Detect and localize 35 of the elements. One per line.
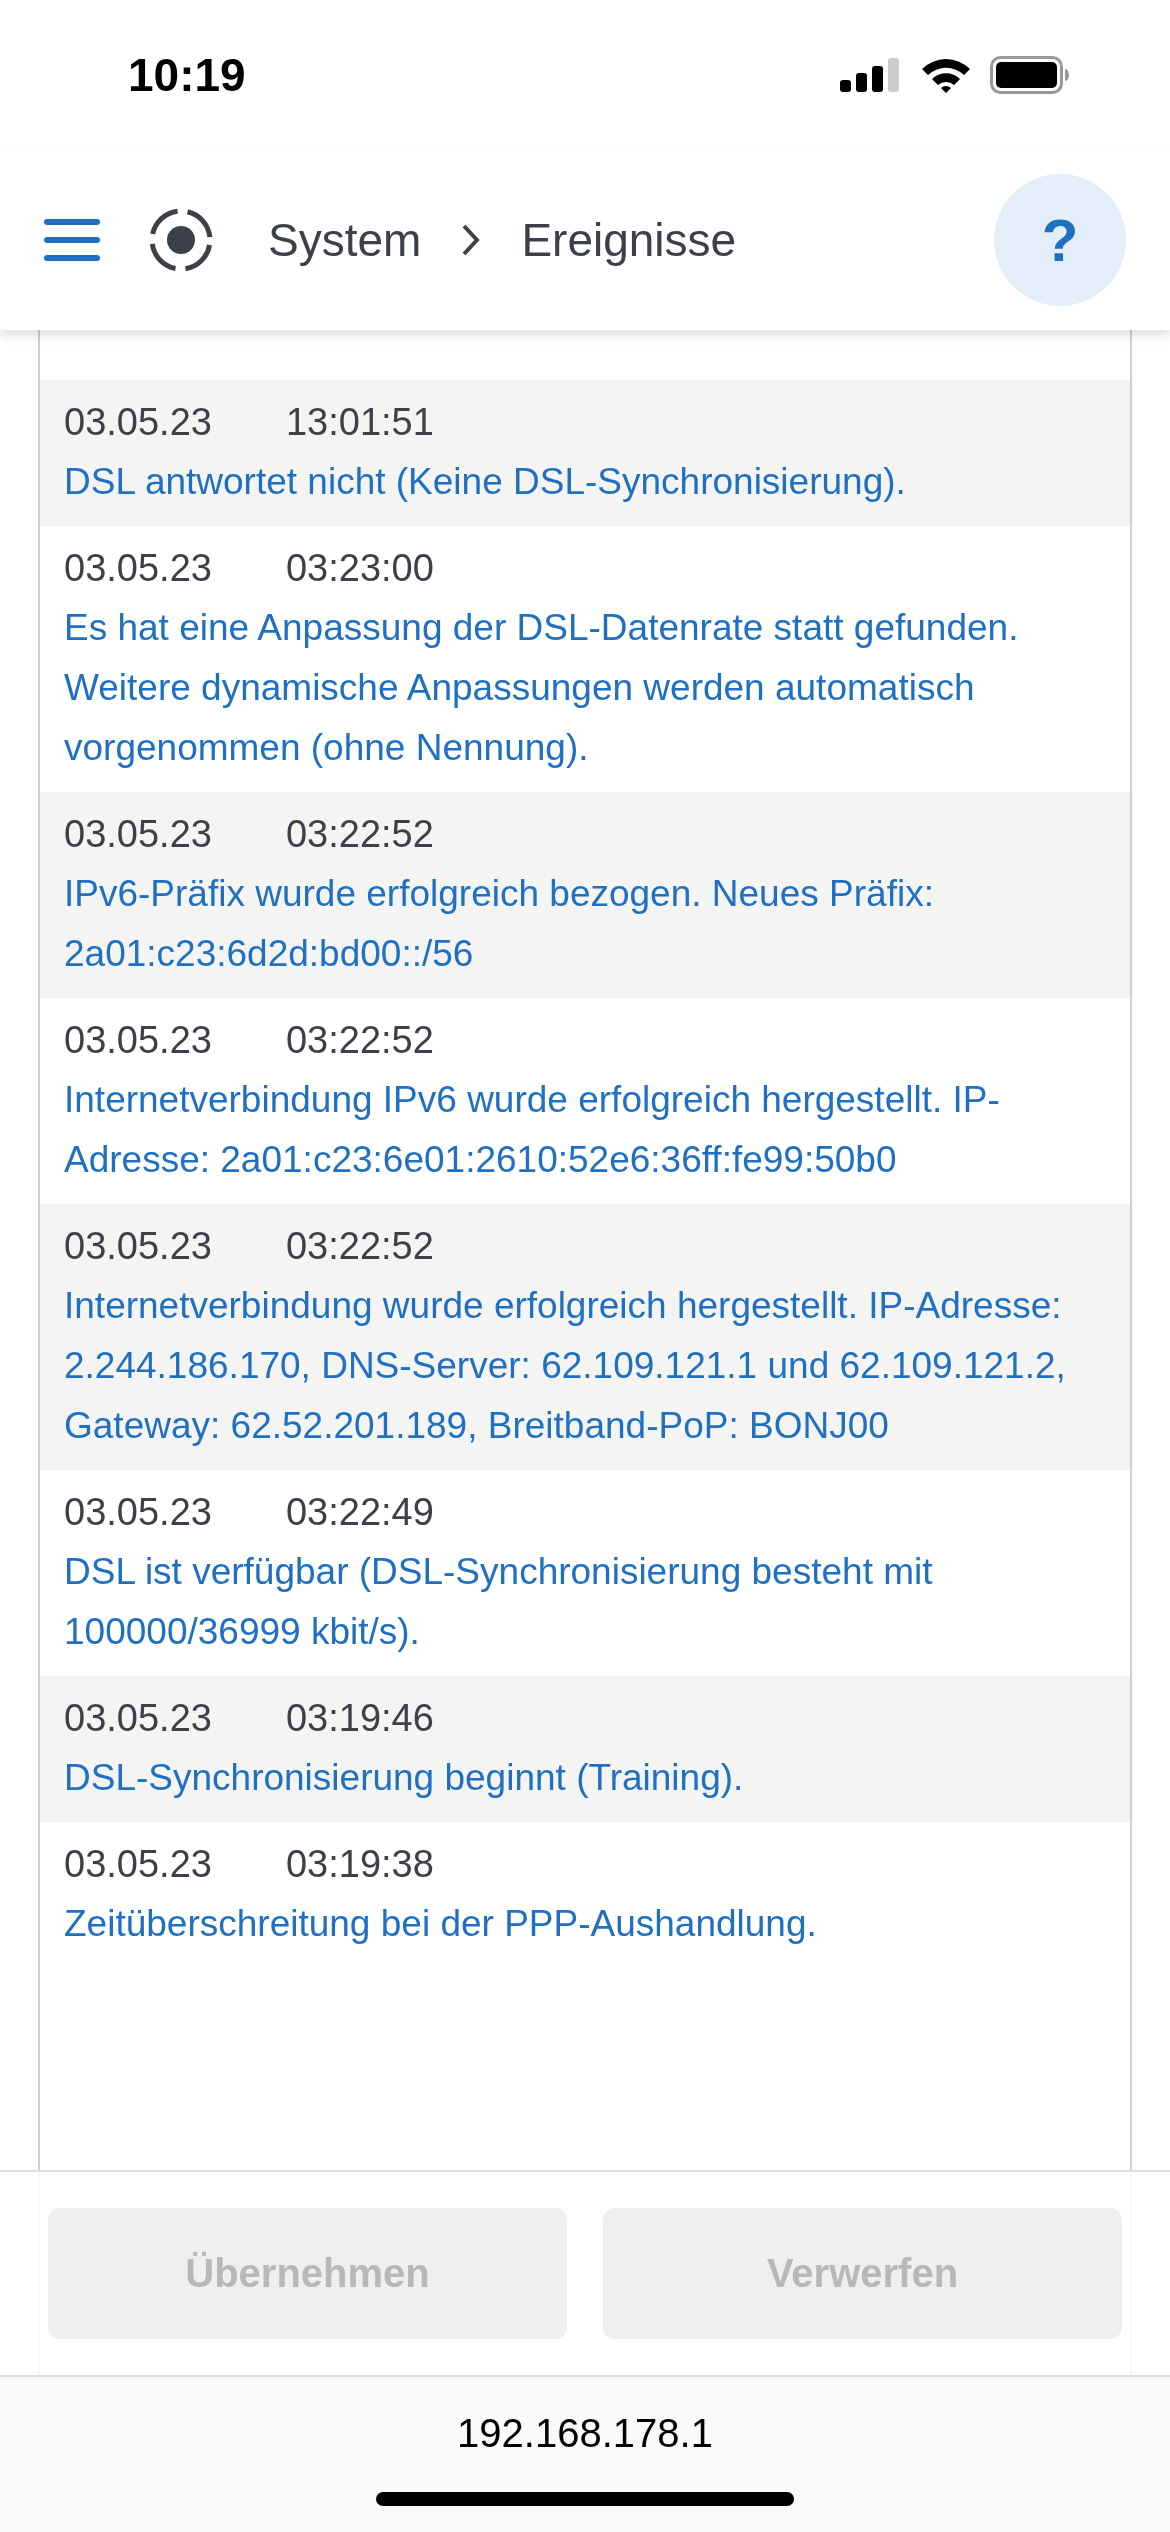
- event-time: 13:01:51: [285, 400, 434, 445]
- event-date: 03.05.23: [64, 1696, 212, 1741]
- event-message: Internetverbindung IPv6 wurde erfolgreich hergestellt. IP-Adresse: 2a01:c23:6e01:2610:52e6:36ff:fe99:50b0: [64, 1078, 1001, 1182]
- breadcrumb-item: Ereignisse: [521, 213, 737, 267]
- event-date: 03.05.23: [64, 1842, 212, 1887]
- event-date: 03.05.23: [64, 400, 212, 445]
- address-bar[interactable]: 192.168.178.1: [457, 2411, 713, 2456]
- event-message: Es hat eine Anpassung der DSL-Datenrate statt gefunden. Weitere dynamische Anpassungen werden automatisch vorgenommen (ohne Nennung).: [64, 606, 1020, 770]
- battery-icon: [990, 56, 1070, 94]
- signal-icon: [840, 58, 902, 92]
- record-icon: [148, 207, 214, 273]
- event-message: DSL-Synchronisierung beginnt (Training).: [64, 1756, 745, 1800]
- event-time: 03:19:38: [285, 1842, 434, 1887]
- event-time: 03:22:52: [285, 1224, 434, 1269]
- event-message: Internetverbindung wurde erfolgreich hergestellt. IP-Adresse: 2.244.186.170, DNS-Server: 62.109.121.1 und 62.109.121.2, Gateway: 62.52.201.189, Breitband-PoP: BONJ00: [64, 1284, 1067, 1448]
- help-button[interactable]: ?: [994, 174, 1126, 306]
- event-date: 03.05.23: [64, 546, 212, 591]
- event-time: 03:22:52: [285, 812, 434, 857]
- event-time: 03:19:46: [285, 1696, 434, 1741]
- event-time: 03:22:49: [285, 1490, 434, 1535]
- status-time: 10:19: [128, 48, 246, 102]
- event-date: 03.05.23: [64, 1224, 212, 1269]
- event-message: DSL antwortet nicht (Keine DSL-Synchronisierung).: [64, 460, 907, 504]
- event-message: DSL ist verfügbar (DSL-Synchronisierung besteht mit 100000/36999 kbit/s).: [64, 1550, 934, 1654]
- menu-icon[interactable]: [44, 219, 100, 261]
- event-date: 03.05.23: [64, 1490, 212, 1535]
- event-message: IPv6-Präfix wurde erfolgreich bezogen. Neues Präfix: 2a01:c23:6d2d:bd00::/56: [64, 872, 935, 976]
- event-time: 03:23:00: [285, 546, 434, 591]
- event-message: Zeitüberschreitung bei der PPP-Aushandlung.: [64, 1902, 818, 1946]
- event-date: 03.05.23: [64, 1018, 212, 1063]
- chevron-icon: [461, 223, 482, 257]
- event-time: 03:22:52: [285, 1018, 434, 1063]
- breadcrumb-item[interactable]: System: [268, 213, 422, 267]
- wifi-icon: [920, 56, 972, 94]
- event-date: 03.05.23: [64, 812, 212, 857]
